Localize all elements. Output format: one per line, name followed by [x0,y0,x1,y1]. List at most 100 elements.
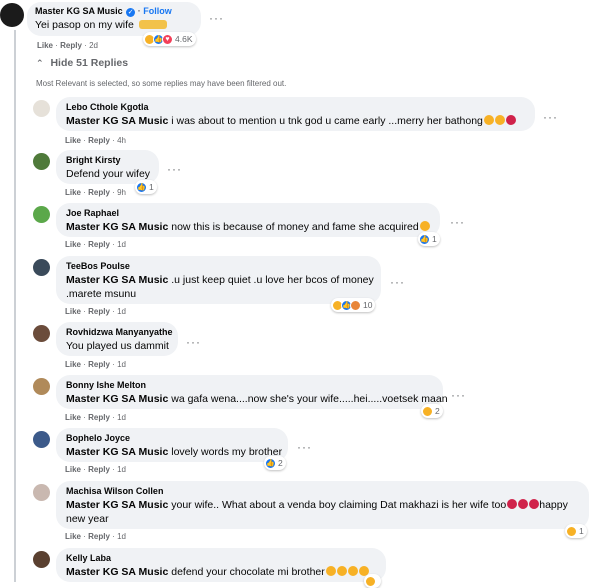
follow-button[interactable]: Follow [143,6,172,16]
emoji-icon [347,566,358,576]
reaction-summary[interactable]: 👍 1 [135,180,157,194]
reply-link[interactable]: Reply [88,240,110,249]
reply-link[interactable]: Reply [88,188,110,197]
like-reaction-icon: 👍 [136,181,147,193]
comment-author[interactable]: TeeBos Poulse [66,260,371,273]
reply-link[interactable]: Reply [88,532,110,541]
comment-text: Defend your wifey [66,168,151,180]
comment-author[interactable]: Lebo Cthole Kgotla [66,101,525,114]
reaction-summary[interactable]: 👍 10 [331,298,376,312]
avatar[interactable] [0,3,24,27]
emoji-icon [419,221,430,231]
avatar[interactable] [33,100,50,117]
mention-tag[interactable]: Master KG SA Music [66,274,168,286]
timestamp[interactable]: 4h [117,136,126,145]
mention-tag[interactable]: Master KG SA Music [66,221,168,233]
comment-author[interactable]: Joe Raphael [66,207,430,220]
reaction-summary[interactable]: 👍 ♥ 4.6K [143,32,196,46]
comment-author[interactable]: Bonny Ishe Melton [66,379,433,392]
reaction-summary[interactable]: 👍 2 [264,456,286,470]
more-dots-icon[interactable]: ··· [186,336,201,348]
comment-author[interactable]: Machisa Wilson Collen [66,485,579,498]
reply-link[interactable]: Reply [60,41,82,50]
comment-author[interactable]: Bophelo Joyce [66,432,278,445]
mention-tag[interactable]: Master KG SA Music [66,446,168,458]
reaction-summary[interactable]: 👍 1 [418,232,440,246]
like-link[interactable]: Like [37,41,53,50]
more-dots-icon[interactable]: ··· [451,389,466,401]
comment-text: wa gafa wena....now she's your wife.....… [171,393,448,405]
reaction-summary[interactable]: 1 [565,524,587,538]
comment-text: your wife.. What about a venda boy claim… [171,499,507,511]
mention-tag[interactable]: Master KG SA Music [66,499,168,511]
reaction-count: 4.6K [175,34,193,44]
comment-actions: Like · Reply · 1d [65,240,126,249]
mention-tag[interactable]: Master KG SA Music [66,115,168,127]
heart-eyes-emoji-icon [505,115,516,125]
avatar[interactable] [33,431,50,448]
reply-link[interactable]: Reply [88,413,110,422]
rose-emoji-icon [518,499,529,509]
more-dots-icon[interactable]: ··· [297,441,312,453]
reply-link[interactable]: Reply [88,465,110,474]
reaction-count: 10 [363,300,373,310]
more-dots-icon[interactable]: ··· [390,276,405,288]
like-link[interactable]: Like [65,307,81,316]
filter-note: Most Relevant is selected, so some repli… [36,79,287,88]
emoji-icon [325,566,336,576]
avatar[interactable] [33,484,50,501]
more-dots-icon[interactable]: ··· [543,111,558,123]
like-link[interactable]: Like [65,413,81,422]
more-dots-icon[interactable]: ··· [209,12,224,24]
comment-author[interactable]: Master KG SA Music [35,6,123,16]
comment-actions: Like · Reply · 1d [65,307,126,316]
comment-text: now this is because of money and fame sh… [171,221,419,233]
hide-replies-toggle[interactable]: ⌃ Hide 51 Replies [36,57,128,69]
timestamp[interactable]: 1d [117,307,126,316]
comment-text: .u just keep quiet .u love her bcos of m… [171,274,374,286]
hide-replies-label: Hide 51 Replies [50,57,129,69]
chevron-up-icon: ⌃ [36,58,44,68]
comment-bubble: Kelly Laba Master KG SA Music defend you… [56,548,386,582]
hand-emoji-icon [138,20,167,29]
timestamp[interactable]: 1d [117,240,126,249]
comment-bubble: Joe Raphael Master KG SA Music now this … [56,203,440,237]
avatar[interactable] [33,551,50,568]
comment-author[interactable]: Rovhidzwa Manyanyathe [66,326,173,339]
like-link[interactable]: Like [65,240,81,249]
timestamp[interactable]: 1d [117,532,126,541]
verified-badge-icon: ✓ [126,8,136,17]
like-reaction-icon: 👍 [265,457,276,469]
avatar[interactable] [33,206,50,223]
reply-link[interactable]: Reply [88,136,110,145]
timestamp[interactable]: 2d [89,41,98,50]
avatar[interactable] [33,378,50,395]
avatar[interactable] [33,259,50,276]
like-link[interactable]: Like [65,532,81,541]
timestamp[interactable]: 9h [117,188,126,197]
comment-bubble: Master KG SA Music ✓ · Follow Yei pasop … [27,2,201,36]
like-link[interactable]: Like [65,465,81,474]
mention-tag[interactable]: Master KG SA Music [66,393,168,405]
avatar[interactable] [33,325,50,342]
like-link[interactable]: Like [65,136,81,145]
more-dots-icon[interactable]: ··· [450,216,465,228]
mention-tag[interactable]: Master KG SA Music [66,566,168,578]
comment-author[interactable]: Kelly Laba [66,552,376,565]
like-link[interactable]: Like [65,188,81,197]
timestamp[interactable]: 1d [117,360,126,369]
more-dots-icon[interactable]: ··· [167,163,182,175]
reaction-summary[interactable] [364,574,381,588]
reply-link[interactable]: Reply [88,360,110,369]
reply-link[interactable]: Reply [88,307,110,316]
reaction-summary[interactable]: 2 [421,404,443,418]
timestamp[interactable]: 1d [117,413,126,422]
timestamp[interactable]: 1d [117,465,126,474]
comment-text: defend your chocolate mi brother [171,566,325,578]
comment-author[interactable]: Bright Kirsty [66,154,149,167]
rose-emoji-icon [529,499,540,509]
avatar[interactable] [33,153,50,170]
reaction-count: 1 [432,234,437,244]
emoji-icon [483,115,494,125]
like-link[interactable]: Like [65,360,81,369]
